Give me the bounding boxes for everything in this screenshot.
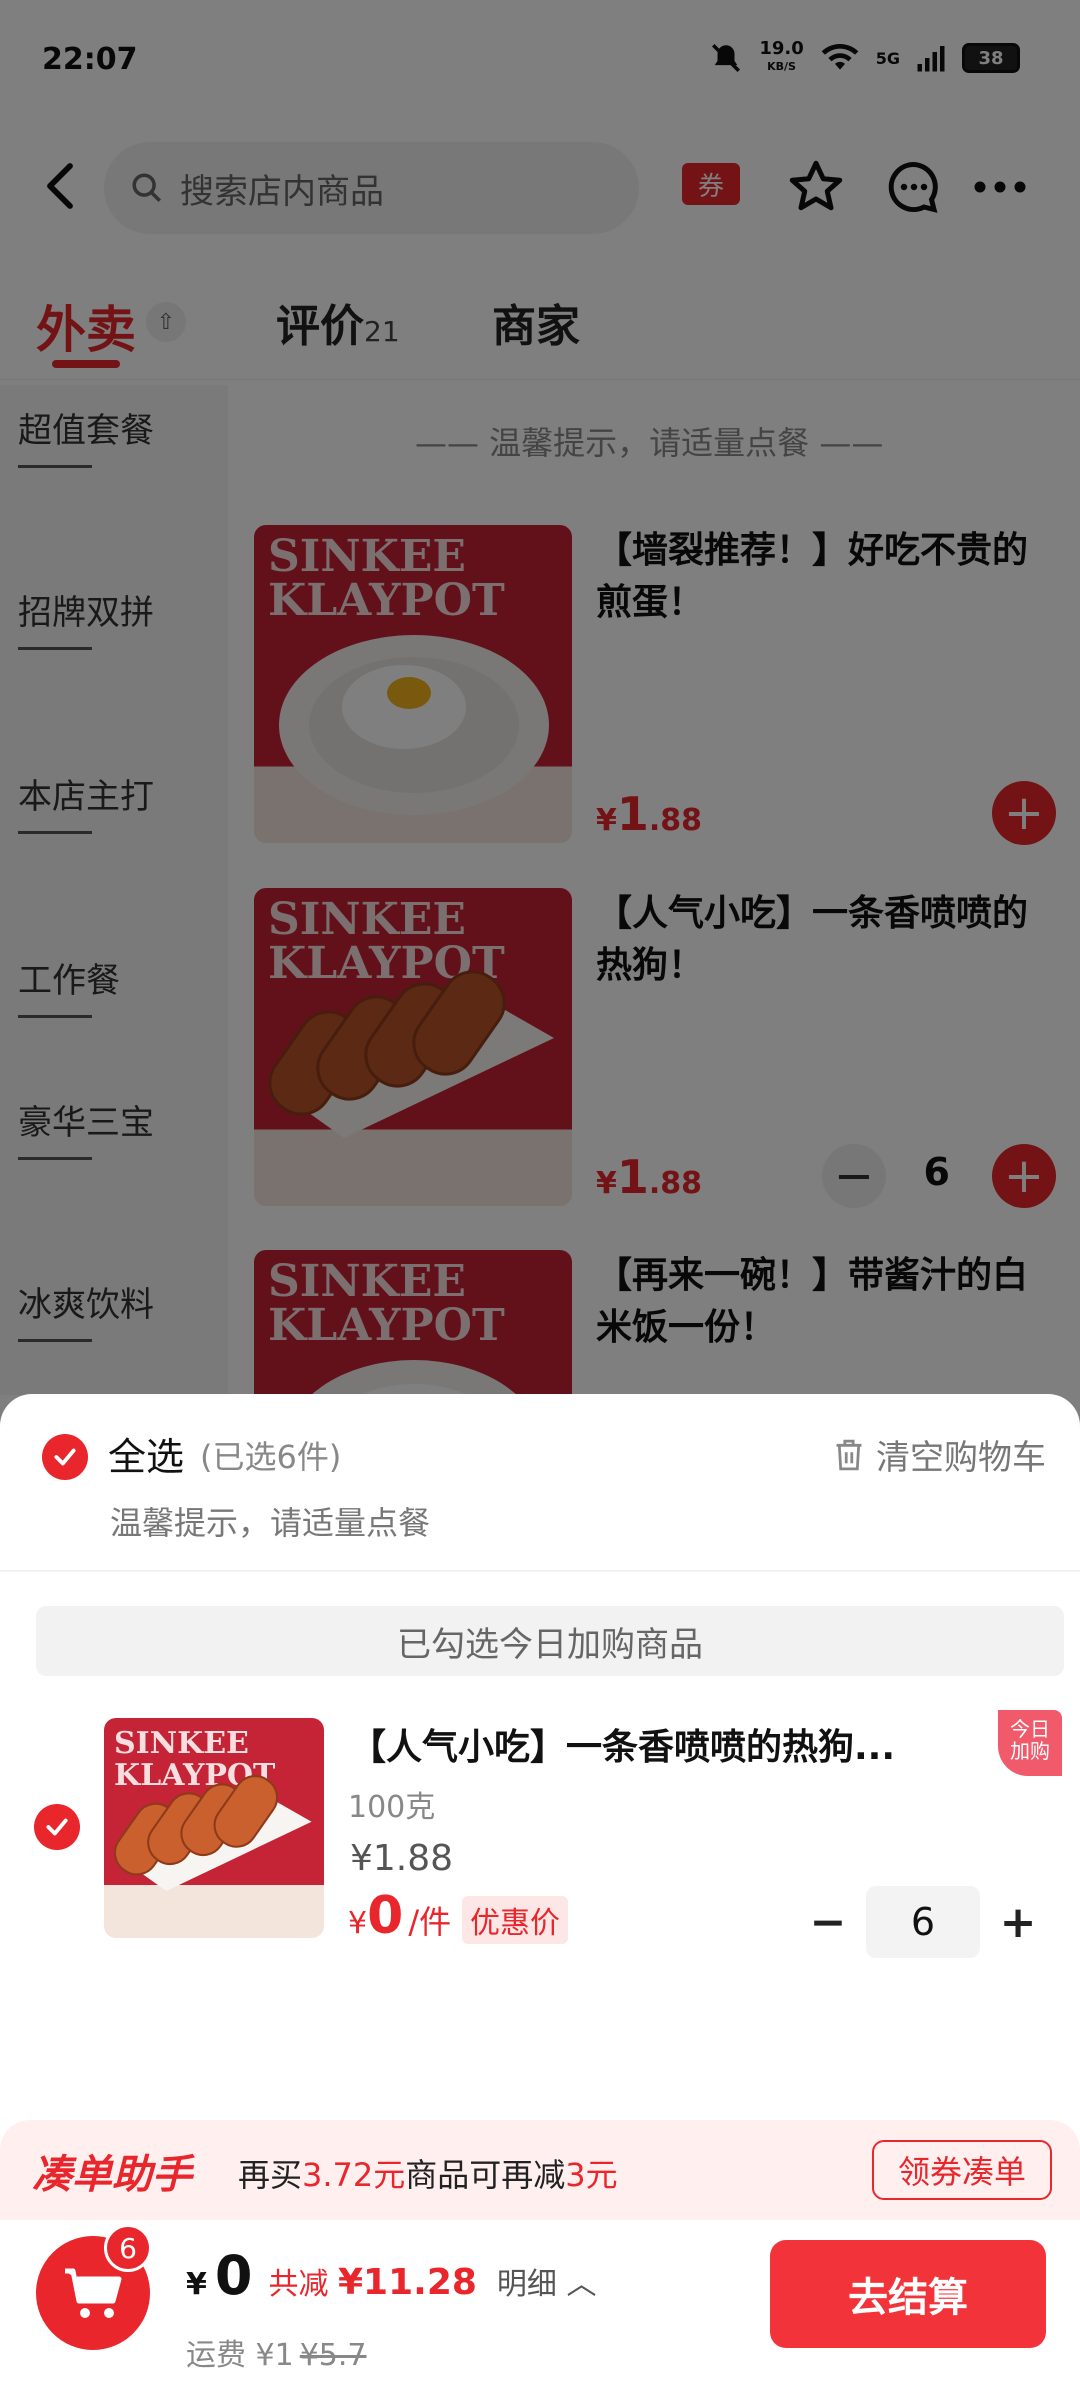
divider [0, 1570, 1080, 1572]
clear-cart-button[interactable]: 清空购物车 [832, 1430, 1046, 1479]
quantity-value[interactable]: 6 [866, 1886, 980, 1958]
order-total: ¥0 共减 ¥11.28 明细 ︿ [186, 2244, 597, 2307]
today-addon-badge: 今日 加购 [998, 1710, 1062, 1776]
promo-price-tag: 优惠价 [462, 1896, 568, 1944]
checkout-button[interactable]: 去结算 [770, 2240, 1046, 2348]
checkmark-icon [54, 1448, 76, 1466]
hot-dog-image [113, 1775, 312, 1891]
select-all-label[interactable]: 全选 [108, 1426, 184, 1481]
cart-item-spec: 100克 [348, 1790, 436, 1825]
cart-item-price: ¥0 /件 [348, 1886, 452, 1946]
cart-item: SINKEE KLAYPOT 【人气小吃】一条香喷喷的热狗... 100克 ¥1.… [0, 1710, 1080, 1958]
increase-quantity-button[interactable]: + [990, 1894, 1046, 1950]
selected-count: (已选6件) [200, 1438, 342, 1476]
helper-title: 凑单助手 [32, 2152, 192, 2198]
cart-item-title: 【人气小吃】一条香喷喷的热狗... [350, 1727, 896, 1768]
cart-item-original-price: ¥1.88 [350, 1838, 454, 1879]
order-helper-bar: 凑单助手 再买3.72元商品可再减3元 领券凑单 [0, 2120, 1080, 2220]
trash-icon [836, 1439, 862, 1470]
cart-count-badge: 6 [104, 2224, 152, 2272]
decrease-quantity-button[interactable]: − [800, 1894, 856, 1950]
section-banner: 已勾选今日加购商品 [36, 1606, 1064, 1676]
cart-tip: 温馨提示，请适量点餐 [110, 1504, 431, 1542]
checkout-bar: 6 ¥0 共减 ¥11.28 明细 ︿ 运费 ¥1 ¥5.7 去结算 [0, 2220, 1080, 2400]
get-coupon-button[interactable]: 领券凑单 [872, 2140, 1052, 2200]
shopping-cart-icon [65, 2268, 122, 2318]
item-checkbox[interactable] [34, 1804, 80, 1850]
select-all-checkbox[interactable] [42, 1434, 88, 1480]
shipping-fee: 运费 ¥1 ¥5.7 [186, 2338, 367, 2373]
cart-item-image: SINKEE KLAYPOT [104, 1718, 324, 1938]
quantity-stepper: − 6 + [800, 1886, 1046, 1958]
helper-text: 再买3.72元商品可再减3元 [238, 2156, 618, 2194]
detail-toggle[interactable]: 明细 ︿ [497, 2259, 597, 2303]
cart-sheet: 全选 (已选6件) 清空购物车 温馨提示，请适量点餐 已勾选今日加购商品 SIN… [0, 1394, 1080, 2400]
checkmark-icon [46, 1818, 68, 1836]
